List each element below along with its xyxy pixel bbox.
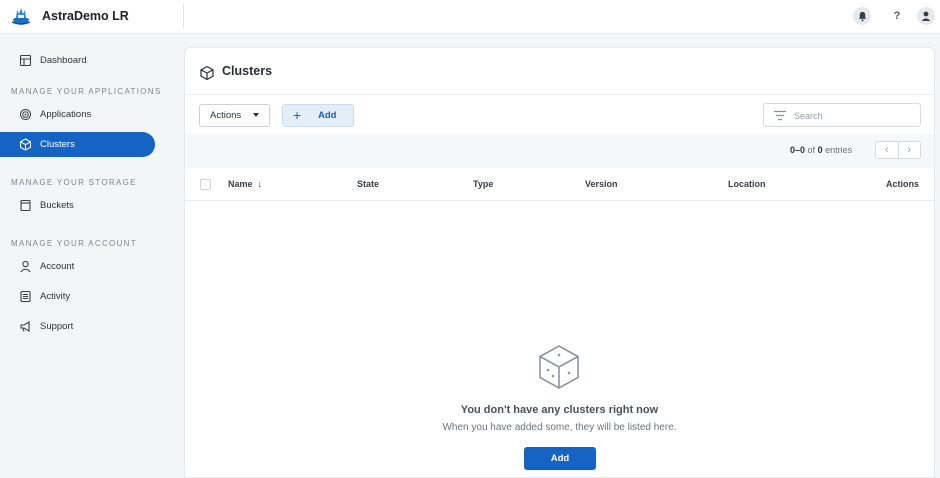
column-header-name[interactable]: Name ↓ xyxy=(228,179,262,189)
user-avatar-icon[interactable] xyxy=(917,7,935,25)
actions-label: Actions xyxy=(210,110,242,121)
top-header: AstraDemo LR ? xyxy=(0,0,940,34)
prev-page-icon[interactable]: ‹ xyxy=(876,142,899,158)
sidebar-item-applications[interactable]: Applications xyxy=(0,102,155,127)
add-label: Add xyxy=(318,110,337,121)
sort-arrow-icon: ↓ xyxy=(257,179,263,189)
caret-down-icon xyxy=(253,113,259,117)
sidebar-item-label: Account xyxy=(40,261,75,272)
entries-total: 0 xyxy=(817,145,823,155)
entries-count: 0–0 of 0 entries xyxy=(790,145,852,155)
sidebar-item-activity[interactable]: Activity xyxy=(0,284,155,309)
empty-state-subtitle: When you have added some, they will be l… xyxy=(442,422,677,433)
plus-icon: + xyxy=(293,107,302,123)
table-header: Name ↓ State Type Version Location Actio… xyxy=(185,168,934,201)
section-title-storage: MANAGE YOUR STORAGE xyxy=(11,178,137,187)
empty-add-button[interactable]: Add xyxy=(524,447,596,470)
clusters-panel: Clusters Actions + Add 0–0 of 0 entries … xyxy=(184,47,935,478)
add-cluster-button[interactable]: + Add xyxy=(282,104,354,127)
sidebar-item-label: Activity xyxy=(40,291,71,302)
bell-icon[interactable] xyxy=(853,7,871,25)
search-input[interactable] xyxy=(794,108,914,123)
sidebar-item-label: Clusters xyxy=(40,139,75,150)
cube-icon xyxy=(19,138,32,151)
cube-icon xyxy=(200,65,214,81)
column-header-type[interactable]: Type xyxy=(473,179,493,189)
select-all-checkbox[interactable] xyxy=(200,179,211,190)
brand[interactable]: AstraDemo LR xyxy=(10,5,129,27)
actions-dropdown[interactable]: Actions xyxy=(199,104,270,127)
sidebar-item-dashboard[interactable]: Dashboard xyxy=(0,48,155,73)
entries-range: 0–0 xyxy=(790,145,806,155)
header-divider xyxy=(183,4,184,28)
sidebar-item-clusters[interactable]: Clusters xyxy=(0,132,155,157)
person-icon xyxy=(19,260,32,273)
column-header-actions: Actions xyxy=(886,179,920,189)
sidebar-item-label: Applications xyxy=(40,109,92,120)
sidebar-item-account[interactable]: Account xyxy=(0,254,155,279)
search-box[interactable] xyxy=(763,103,921,127)
app-name: AstraDemo LR xyxy=(42,9,129,23)
dashboard-icon xyxy=(19,54,32,67)
next-page-icon[interactable]: › xyxy=(899,142,921,158)
empty-cube-icon xyxy=(539,345,579,389)
sidebar-item-support[interactable]: Support xyxy=(0,314,155,339)
entries-suffix: entries xyxy=(825,145,853,155)
pagination-bar: 0–0 of 0 entries ‹ › xyxy=(185,134,934,168)
entries-of: of xyxy=(807,145,816,155)
bucket-icon xyxy=(19,199,32,212)
column-header-version[interactable]: Version xyxy=(585,179,618,189)
empty-state-title: You don't have any clusters right now xyxy=(460,404,659,416)
activity-icon xyxy=(19,290,32,303)
sidebar-item-label: Support xyxy=(40,321,74,332)
applications-icon xyxy=(19,108,32,121)
section-title-account: MANAGE YOUR ACCOUNT xyxy=(11,239,137,248)
megaphone-icon xyxy=(19,320,32,333)
astra-logo-icon xyxy=(11,8,31,25)
section-title-applications: MANAGE YOUR APPLICATIONS xyxy=(11,87,162,96)
sidebar-item-label: Buckets xyxy=(40,200,74,211)
sidebar-item-buckets[interactable]: Buckets xyxy=(0,193,155,218)
pager-buttons: ‹ › xyxy=(875,141,921,159)
page-title: Clusters xyxy=(222,64,273,78)
help-icon[interactable]: ? xyxy=(888,7,906,25)
sidebar-item-label: Dashboard xyxy=(40,55,87,66)
column-header-location[interactable]: Location xyxy=(728,179,766,189)
sidebar: Dashboard MANAGE YOUR APPLICATIONS Appli… xyxy=(0,34,183,478)
filter-icon xyxy=(774,110,786,121)
column-header-state[interactable]: State xyxy=(357,179,379,189)
page-header: Clusters xyxy=(185,48,934,95)
